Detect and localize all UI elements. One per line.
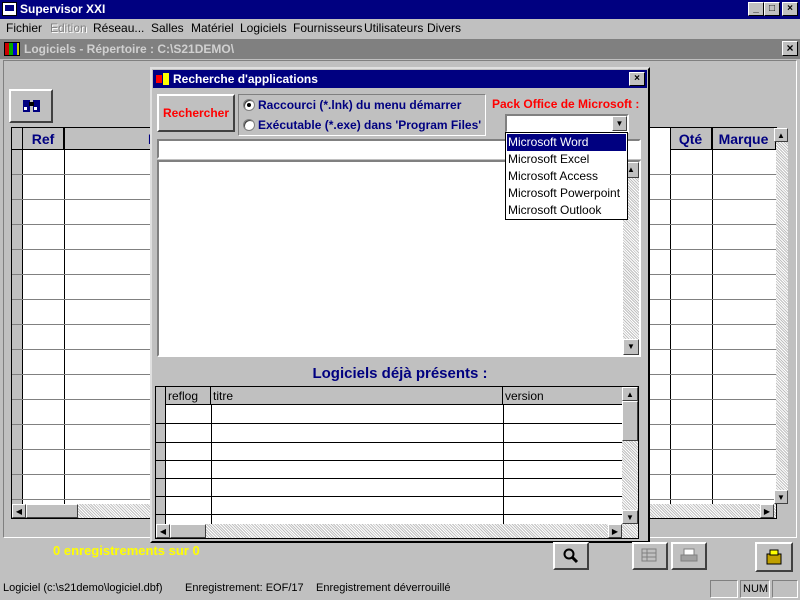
dialog-title: Recherche d'applications: [173, 72, 318, 86]
existing-header-reflog[interactable]: reflog: [166, 387, 211, 405]
pack-office-dropdown-list[interactable]: Microsoft Word Microsoft Excel Microsoft…: [505, 132, 628, 220]
pack-office-label: Pack Office de Microsoft :: [492, 97, 640, 111]
magnifier-icon: [563, 548, 579, 564]
dropdown-option-word[interactable]: Microsoft Word: [507, 134, 626, 151]
dropdown-option-outlook[interactable]: Microsoft Outlook: [507, 202, 626, 219]
menu-logiciels[interactable]: Logiciels: [240, 21, 287, 35]
status-lock: Enregistrement déverrouillé: [316, 582, 451, 594]
search-button[interactable]: Rechercher: [157, 94, 235, 132]
find-button[interactable]: [9, 89, 53, 123]
dialog-icon: [156, 73, 170, 85]
app-title-bar[interactable]: Supervisor XXI _ □ ×: [0, 0, 800, 19]
grid-scroll-down-arrow[interactable]: ▼: [774, 490, 788, 504]
results-scroll-down-arrow[interactable]: ▼: [623, 339, 639, 355]
print-button: [671, 542, 707, 570]
grid-scroll-up-arrow[interactable]: ▲: [774, 128, 788, 142]
existing-vscroll-thumb[interactable]: [622, 401, 638, 441]
menu-fichier[interactable]: Fichier: [6, 21, 42, 35]
exit-button[interactable]: [755, 542, 793, 572]
existing-row-line: [156, 478, 622, 479]
record-count: 0 enregistrements sur 0: [53, 543, 200, 558]
dropdown-arrow-icon[interactable]: ▼: [612, 116, 627, 131]
child-window-title-bar[interactable]: Logiciels - Répertoire : C:\S21DEMO\ ×: [0, 39, 800, 59]
menu-reseau[interactable]: Réseau...: [93, 21, 144, 35]
menu-divers[interactable]: Divers: [427, 21, 461, 35]
grid-row-selector[interactable]: [12, 150, 23, 518]
status-record: Enregistrement: EOF/17: [185, 582, 304, 594]
radio-lnk[interactable]: [243, 99, 255, 111]
grid-header-ref[interactable]: Ref: [23, 128, 64, 150]
existing-hscroll-track[interactable]: [156, 524, 638, 538]
child-window-title: Logiciels - Répertoire : C:\S21DEMO\: [24, 42, 235, 56]
grid-hscroll-thumb[interactable]: [26, 504, 78, 518]
printer-icon: [680, 548, 698, 562]
existing-hscroll-thumb[interactable]: [170, 524, 206, 538]
app-title: Supervisor XXI: [20, 2, 106, 16]
grid-column-divider: [670, 128, 671, 518]
radio-lnk-label[interactable]: Raccourci (*.lnk) du menu démarrer: [258, 98, 461, 112]
dropdown-option-access[interactable]: Microsoft Access: [507, 168, 626, 185]
existing-software-grid[interactable]: reflog titre version ▲ ▼ ◀ ▶: [155, 386, 639, 539]
grid-scroll-right-arrow[interactable]: ▶: [760, 504, 774, 518]
status-file: Logiciel (c:\s21demo\logiciel.dbf): [3, 582, 163, 594]
menu-bar: Fichier Edition Réseau... Salles Matérie…: [0, 19, 800, 38]
app-icon[interactable]: [2, 2, 17, 16]
menu-salles[interactable]: Salles: [151, 21, 184, 35]
status-num: NUM: [740, 580, 770, 598]
dropdown-option-excel[interactable]: Microsoft Excel: [507, 151, 626, 168]
existing-row-line: [156, 423, 622, 424]
status-caps-panel: [710, 580, 738, 598]
grid-header-marque[interactable]: Marque: [712, 128, 776, 150]
grid-column-divider: [712, 128, 713, 518]
existing-scroll-left-arrow[interactable]: ◀: [156, 524, 170, 538]
existing-row-line: [156, 496, 622, 497]
dialog-close-button[interactable]: ×: [629, 72, 645, 86]
status-scroll-panel: [772, 580, 798, 598]
child-window-icon[interactable]: [4, 42, 20, 56]
grid-column-divider: [64, 128, 65, 518]
grid-icon: [641, 548, 657, 562]
search-records-button[interactable]: [553, 542, 589, 570]
grid-row-selector-header: [12, 128, 23, 150]
grid-header-l[interactable]: L: [64, 128, 157, 150]
status-bar: Logiciel (c:\s21demo\logiciel.dbf) Enreg…: [0, 578, 800, 600]
grid-vscroll-track[interactable]: [776, 128, 788, 504]
grid-header-qte[interactable]: Qté: [670, 128, 712, 150]
pack-office-combo[interactable]: ▼: [505, 114, 629, 133]
maximize-button[interactable]: □: [764, 2, 780, 16]
radio-exe[interactable]: [243, 119, 255, 131]
existing-header-titre[interactable]: titre: [211, 387, 503, 405]
menu-materiel[interactable]: Matériel: [191, 21, 234, 35]
binoculars-icon: [23, 100, 40, 112]
existing-scroll-down-arrow[interactable]: ▼: [622, 510, 638, 524]
close-button[interactable]: ×: [782, 2, 798, 16]
existing-software-heading: Logiciels déjà présents :: [312, 365, 488, 382]
menu-fournisseurs[interactable]: Fournisseurs: [293, 21, 362, 35]
radio-exe-label[interactable]: Exécutable (*.exe) dans 'Program Files': [258, 118, 481, 132]
dialog-title-bar[interactable]: Recherche d'applications ×: [153, 70, 647, 88]
menu-edition: Edition: [50, 21, 87, 35]
existing-row-line: [156, 442, 622, 443]
child-close-button[interactable]: ×: [782, 41, 798, 56]
menu-utilisateurs[interactable]: Utilisateurs: [364, 21, 423, 35]
existing-row-line: [156, 514, 622, 515]
grid-view-button: [632, 542, 668, 570]
minimize-button[interactable]: _: [748, 2, 764, 16]
dropdown-option-powerpoint[interactable]: Microsoft Powerpoint: [507, 185, 626, 202]
existing-scroll-up-arrow[interactable]: ▲: [622, 387, 638, 401]
grid-scroll-left-arrow[interactable]: ◀: [12, 504, 26, 518]
existing-row-selector[interactable]: [156, 387, 166, 538]
existing-header-version[interactable]: version: [503, 387, 624, 405]
exit-icon: [766, 549, 782, 565]
existing-scroll-right-arrow[interactable]: ▶: [608, 524, 622, 538]
existing-row-line: [156, 460, 622, 461]
